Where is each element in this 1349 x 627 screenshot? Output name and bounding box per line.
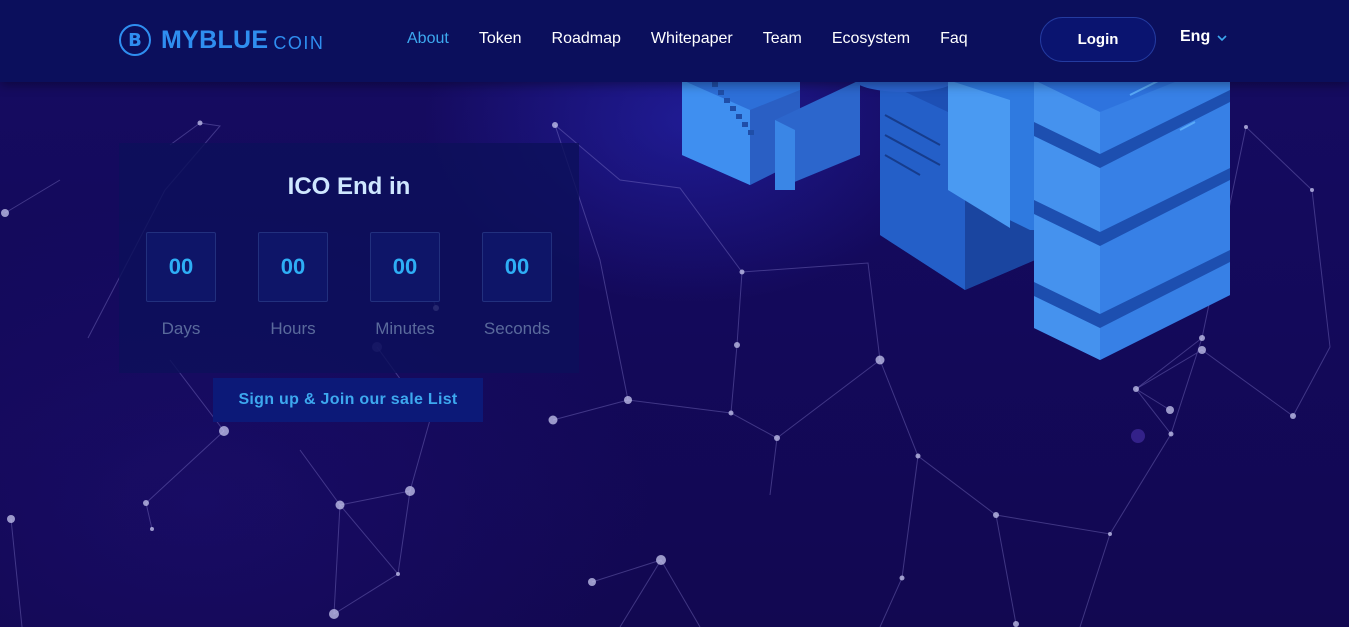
brand-name: MYBLUE <box>161 25 269 54</box>
countdown-seconds-label: Seconds <box>483 319 551 338</box>
nav-item-about[interactable]: About <box>407 30 449 48</box>
brand-suffix: COIN <box>273 32 325 53</box>
countdown-minutes-label: Minutes <box>375 319 435 338</box>
site-header: B MYBLUE COIN About Token Roadmap Whitep… <box>0 0 1349 82</box>
countdown-days-label: Days <box>161 319 201 338</box>
login-button[interactable]: Login <box>1040 17 1156 62</box>
countdown-title: ICO End in <box>287 173 411 200</box>
signup-sale-list-button[interactable]: Sign up & Join our sale List <box>213 378 483 422</box>
main-nav: About Token Roadmap Whitepaper Team Ecos… <box>407 30 998 48</box>
chevron-down-icon <box>1217 33 1227 45</box>
page: B MYBLUE COIN About Token Roadmap Whitep… <box>0 0 1349 627</box>
countdown-card: ICO End in 00 00 00 00 Days Hours Minute… <box>119 143 579 373</box>
nav-item-token[interactable]: Token <box>479 30 522 48</box>
nav-item-whitepaper[interactable]: Whitepaper <box>651 30 733 48</box>
nav-item-team[interactable]: Team <box>763 30 802 48</box>
nav-item-roadmap[interactable]: Roadmap <box>552 30 621 48</box>
coin-logo-icon: B <box>119 24 151 56</box>
servers-illustration <box>682 60 1230 360</box>
nav-item-ecosystem[interactable]: Ecosystem <box>832 30 910 48</box>
countdown-hours-label: Hours <box>270 319 316 338</box>
brand-logo[interactable]: B MYBLUE COIN <box>119 22 324 58</box>
countdown-hours-value: 00 <box>258 232 328 302</box>
countdown-seconds-value: 00 <box>482 232 552 302</box>
language-label: Eng <box>1180 28 1211 45</box>
countdown-days-value: 00 <box>146 232 216 302</box>
nav-item-faq[interactable]: Faq <box>940 30 968 48</box>
language-selector[interactable]: Eng <box>1180 28 1227 46</box>
countdown-minutes-value: 00 <box>370 232 440 302</box>
